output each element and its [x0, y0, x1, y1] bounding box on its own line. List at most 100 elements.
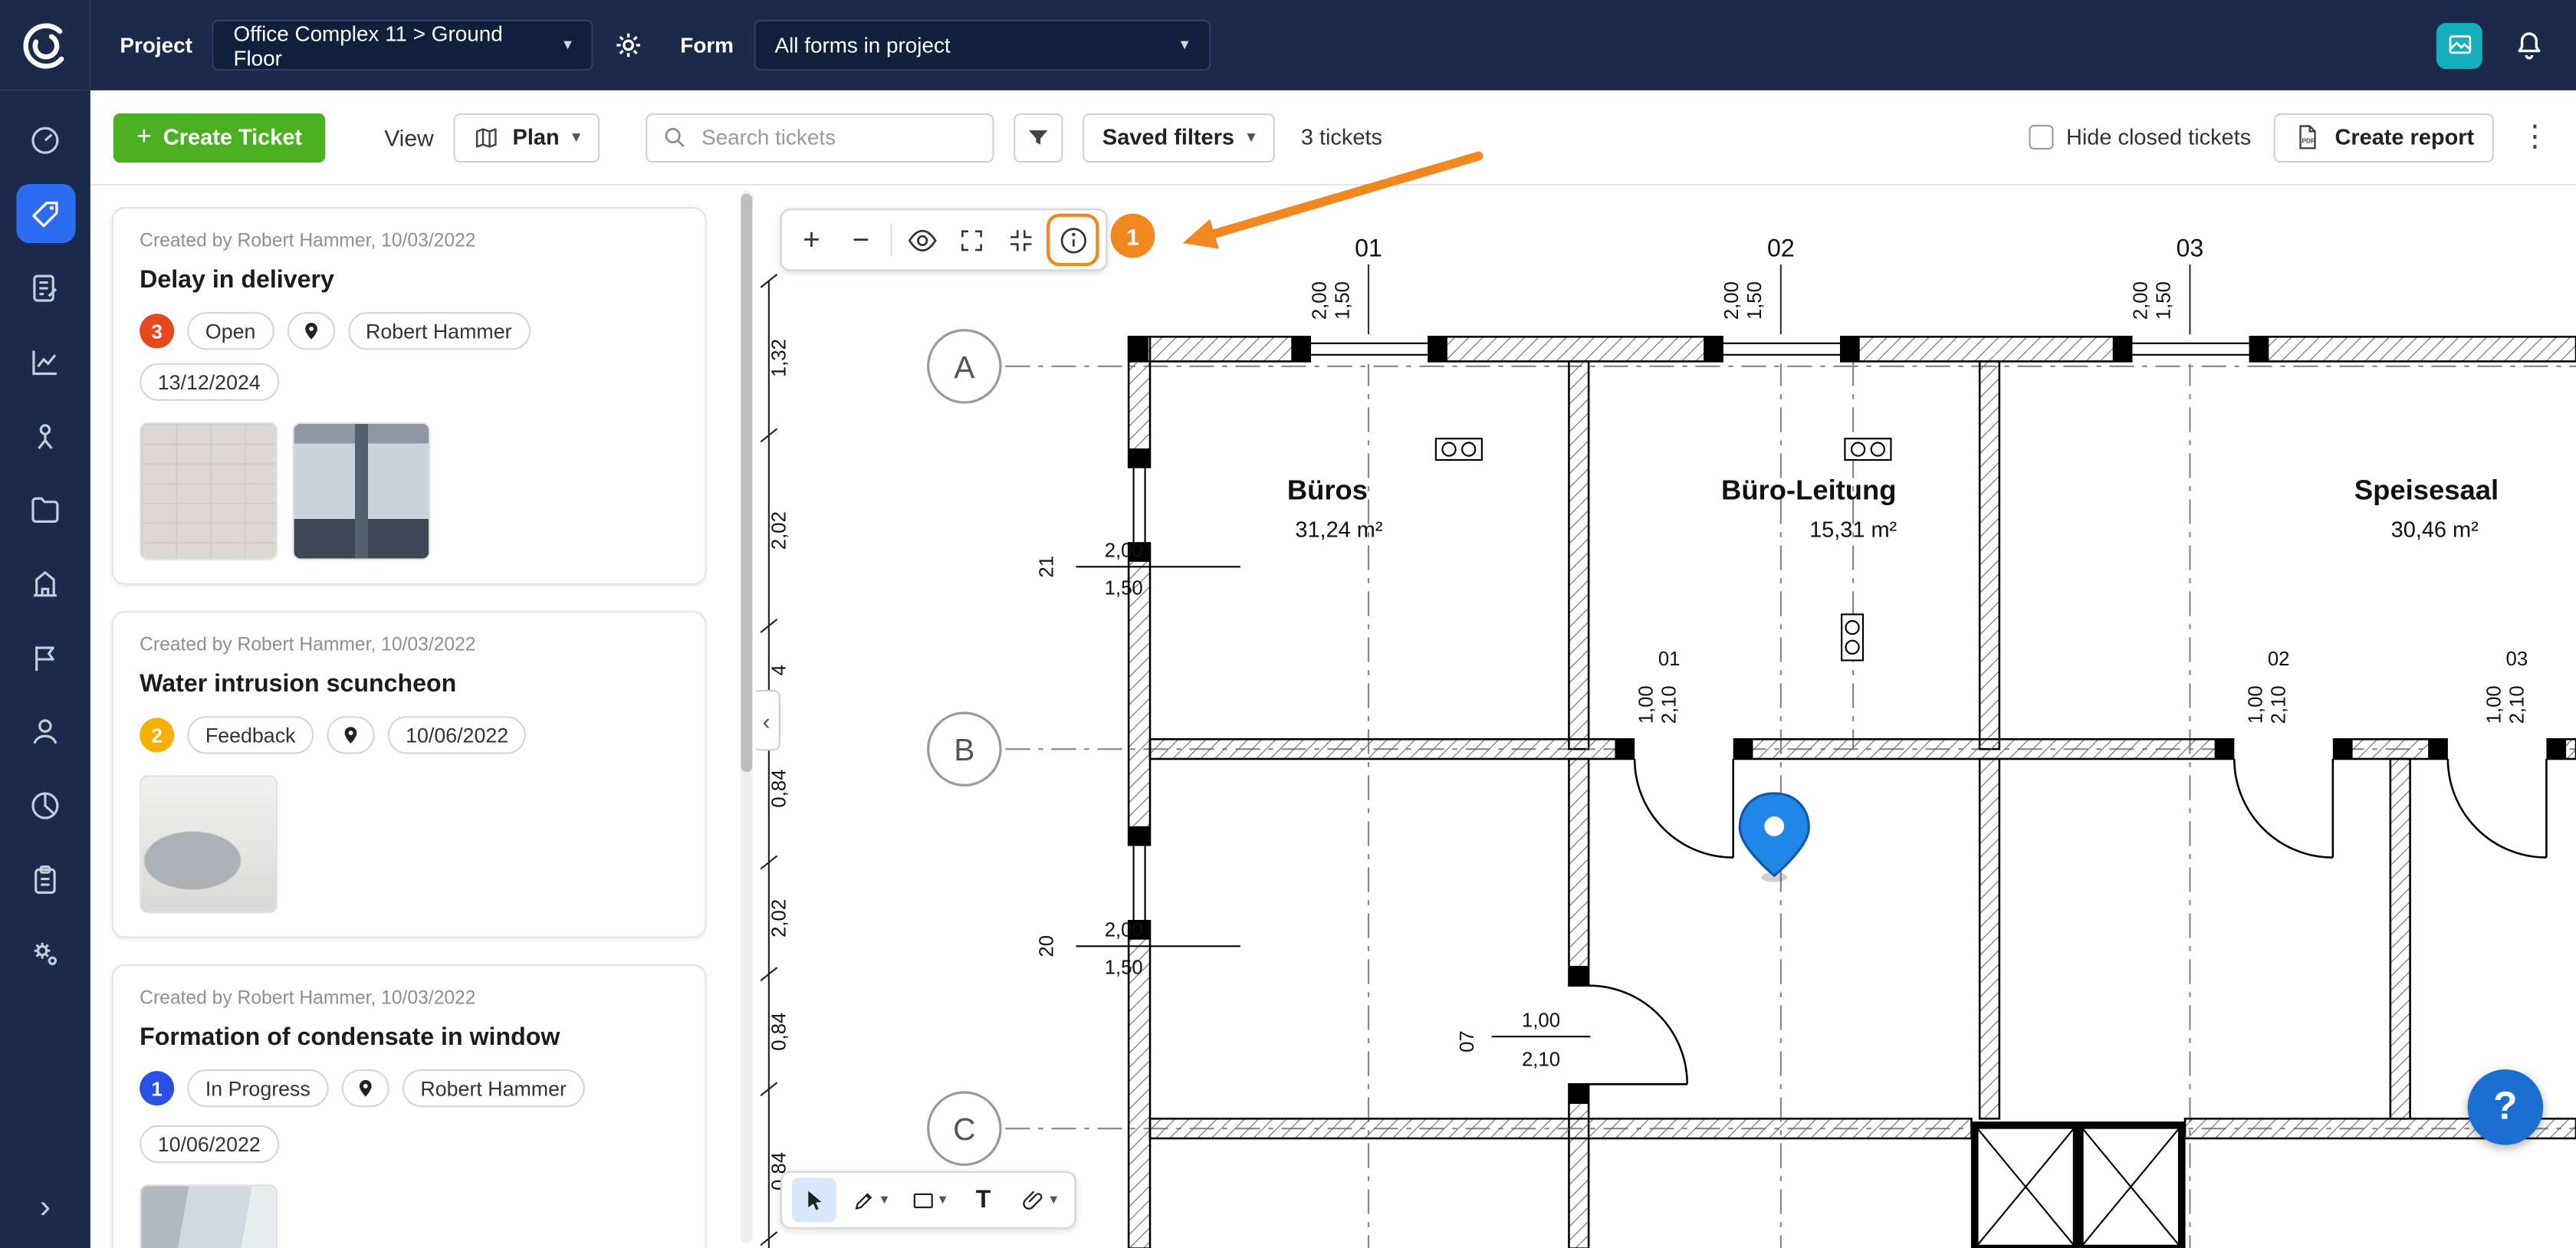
form-selector[interactable]: All forms in project ▾: [754, 20, 1211, 71]
image-icon: [2446, 31, 2473, 59]
view-mode-dropdown[interactable]: Plan ▾: [453, 113, 600, 162]
sidebar-expand-button[interactable]: ›: [15, 1183, 74, 1232]
chevron-down-icon[interactable]: ▾: [881, 1191, 889, 1210]
saved-filters-dropdown[interactable]: Saved filters ▾: [1083, 113, 1274, 162]
info-icon: [1057, 225, 1089, 256]
sidebar-item-survey[interactable]: [15, 406, 74, 465]
svg-text:1,00: 1,00: [1636, 685, 1658, 724]
paperclip-icon: [1020, 1187, 1046, 1213]
assignee-pill[interactable]: Robert Hammer: [347, 312, 530, 350]
svg-text:31,24 m²: 31,24 m²: [1295, 518, 1382, 543]
ticket-card[interactable]: Created by Robert Hammer, 10/03/2022 Del…: [112, 207, 707, 585]
svg-text:4: 4: [768, 665, 790, 675]
zoom-in-button[interactable]: +: [789, 217, 835, 263]
location-pill[interactable]: [342, 1069, 389, 1107]
ticket-photo[interactable]: [140, 775, 278, 913]
svg-text:0,84: 0,84: [768, 1013, 790, 1051]
create-report-button[interactable]: PDF Create report: [2274, 113, 2494, 162]
shape-tool-button[interactable]: ▾: [903, 1177, 953, 1222]
location-pill[interactable]: [327, 716, 374, 754]
chevron-down-icon[interactable]: ▾: [939, 1191, 947, 1210]
svg-text:02: 02: [1767, 234, 1795, 261]
fit-to-screen-button[interactable]: [997, 217, 1043, 263]
svg-text:2,10: 2,10: [2269, 685, 2290, 724]
plan-ruler: [761, 274, 777, 1248]
sidebar-item-forms[interactable]: [15, 258, 74, 317]
sidebar-item-contacts[interactable]: [15, 701, 74, 760]
hide-closed-checkbox[interactable]: [2029, 125, 2053, 149]
sidebar-item-documents[interactable]: [15, 480, 74, 539]
floor-plan[interactable]: 1,32 2,02 4 0,84 2,02 0,84 0,84: [756, 186, 2576, 1248]
notifications-button[interactable]: [2512, 28, 2546, 62]
svg-text:2,00: 2,00: [1105, 919, 1143, 941]
filter-button[interactable]: [1014, 113, 1063, 162]
date-pill[interactable]: 10/06/2022: [388, 716, 527, 754]
form-selector-value: All forms in project: [775, 33, 951, 57]
svg-text:2,02: 2,02: [768, 899, 790, 938]
svg-text:2,00: 2,00: [1721, 281, 1743, 320]
sidebar-item-tickets[interactable]: [15, 184, 74, 243]
visibility-button[interactable]: [899, 217, 945, 263]
svg-text:20: 20: [1037, 935, 1058, 957]
ticket-created: Created by Robert Hammer, 10/03/2022: [140, 635, 678, 655]
status-pill[interactable]: In Progress: [187, 1069, 328, 1107]
chart-icon: [28, 344, 62, 379]
pen-tool-button[interactable]: ▾: [844, 1177, 894, 1222]
app-window: Project Office Complex 11 > Ground Floor…: [0, 0, 2576, 1248]
status-pill[interactable]: Feedback: [187, 716, 314, 754]
create-report-label: Create report: [2334, 125, 2474, 149]
chevron-down-icon[interactable]: ▾: [1050, 1191, 1057, 1210]
plan-toolbar: + −: [780, 209, 1107, 271]
ticket-pin[interactable]: [1740, 793, 1809, 882]
select-tool-button[interactable]: [792, 1177, 836, 1222]
assignee-pill[interactable]: Robert Hammer: [402, 1069, 585, 1107]
view-mode-value: Plan: [513, 125, 560, 149]
plan-info-button[interactable]: [1046, 214, 1099, 267]
fullscreen-button[interactable]: [948, 217, 994, 263]
sidebar-item-company[interactable]: [15, 553, 74, 613]
location-pill[interactable]: [287, 312, 334, 350]
sidebar-item-tasks[interactable]: [15, 849, 74, 908]
hide-closed-toggle[interactable]: Hide closed tickets: [2029, 125, 2251, 149]
sidebar-item-dashboard[interactable]: [15, 110, 74, 169]
app-logo[interactable]: [0, 0, 90, 90]
create-ticket-label: Create Ticket: [163, 125, 302, 149]
date-pill[interactable]: 10/06/2022: [140, 1125, 278, 1163]
sidebar-item-flags[interactable]: [15, 628, 74, 687]
text-tool-button[interactable]: T: [961, 1177, 1006, 1222]
flag-icon: [28, 640, 62, 675]
search-input[interactable]: [698, 123, 978, 151]
help-button[interactable]: ?: [2468, 1069, 2544, 1145]
ticket-card[interactable]: Created by Robert Hammer, 10/03/2022 Wat…: [112, 611, 707, 938]
svg-text:2,00: 2,00: [1105, 540, 1143, 561]
rectangle-icon: [909, 1187, 935, 1213]
sidebar: ›: [0, 90, 90, 1248]
ticket-photo[interactable]: [140, 1184, 278, 1248]
sidebar-item-analytics[interactable]: [15, 775, 74, 834]
plan-view-switch-button[interactable]: [2436, 22, 2482, 68]
map-pin-icon: [356, 1077, 375, 1100]
project-selector[interactable]: Office Complex 11 > Ground Floor ▾: [212, 20, 593, 71]
ticket-title: Formation of condensate in window: [140, 1023, 678, 1051]
project-settings-button[interactable]: [613, 30, 644, 61]
ticket-photo[interactable]: [140, 422, 278, 560]
svg-text:1,50: 1,50: [1105, 957, 1143, 979]
ticket-photo[interactable]: [292, 422, 430, 560]
status-pill[interactable]: Open: [187, 312, 274, 350]
more-options-button[interactable]: ⋮: [2517, 120, 2553, 154]
project-label: Project: [120, 33, 192, 57]
ticket-card[interactable]: Created by Robert Hammer, 10/03/2022 For…: [112, 964, 707, 1248]
tag-icon: [28, 196, 62, 231]
scrollbar-thumb[interactable]: [741, 194, 752, 772]
date-pill[interactable]: 13/12/2024: [140, 363, 278, 401]
divider: [890, 223, 892, 256]
create-ticket-button[interactable]: + Create Ticket: [113, 113, 325, 162]
collapse-panel-button[interactable]: ‹: [752, 690, 780, 750]
zoom-out-button[interactable]: −: [838, 217, 884, 263]
attachment-tool-button[interactable]: ▾: [1014, 1177, 1063, 1222]
plan-window-dims: 2,00 1,50 2,00 1,50 2,00 1,50: [1309, 281, 2174, 320]
action-toolbar: + Create Ticket View Plan ▾ Saved filter…: [90, 90, 2576, 186]
sidebar-item-settings[interactable]: [15, 923, 74, 982]
sidebar-item-statistics[interactable]: [15, 332, 74, 391]
svg-text:03: 03: [2177, 234, 2204, 261]
